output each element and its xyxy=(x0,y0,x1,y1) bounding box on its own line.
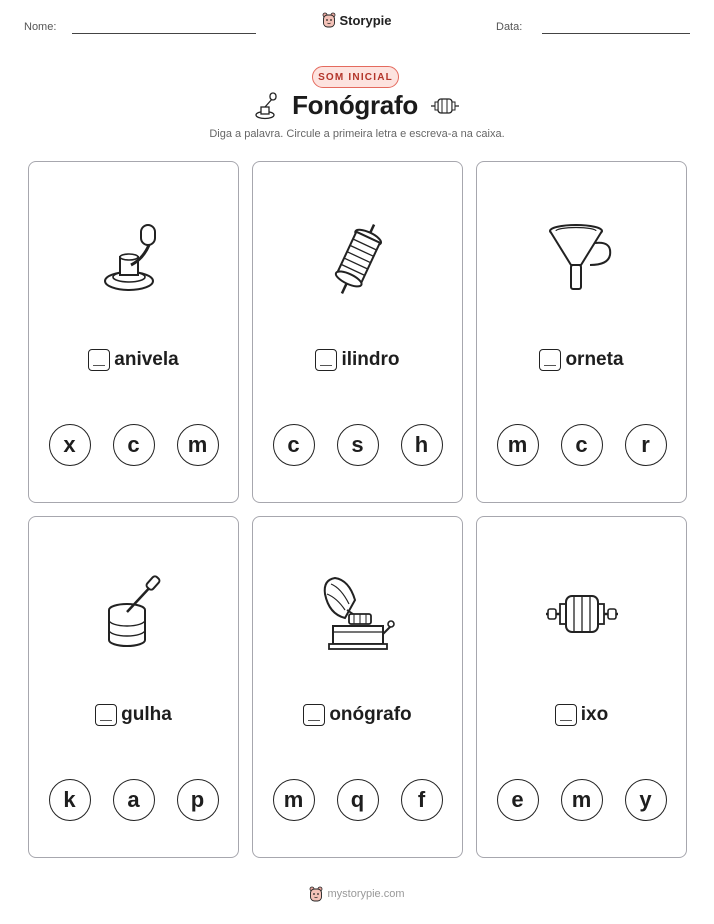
letter-option[interactable]: c xyxy=(112,424,155,466)
letter-option[interactable]: a xyxy=(112,779,155,821)
funnel-horn-icon xyxy=(548,224,611,290)
word-ending: onógrafo xyxy=(329,704,412,725)
footer: mystorypie.com xyxy=(0,886,714,902)
word-ending: ixo xyxy=(580,704,609,725)
answer-box[interactable] xyxy=(539,349,562,371)
word-ending: gulha xyxy=(121,704,172,725)
letter-option[interactable]: k xyxy=(48,779,91,821)
page-title: Fonógrafo xyxy=(292,90,418,120)
letter-option[interactable]: r xyxy=(624,424,667,466)
word-card: ilindro c s h xyxy=(252,161,463,503)
footer-url[interactable]: mystorypie.com xyxy=(327,888,404,900)
word-card: ixo e m y xyxy=(476,516,687,858)
name-line[interactable] xyxy=(72,33,256,34)
answer-box[interactable] xyxy=(95,704,118,726)
phonograph-icon xyxy=(323,576,395,650)
answer-box[interactable] xyxy=(303,704,326,726)
word-card: gulha k a p xyxy=(28,516,239,858)
word-card: anivela x c m xyxy=(28,161,239,503)
letter-option[interactable]: p xyxy=(176,779,219,821)
letter-option[interactable]: x xyxy=(48,424,91,466)
spool-icon xyxy=(334,224,382,294)
answer-box[interactable] xyxy=(88,349,111,371)
letter-option[interactable]: q xyxy=(336,779,379,821)
letter-option[interactable]: e xyxy=(496,779,539,821)
letter-option[interactable]: m xyxy=(272,779,315,821)
category-badge: SOM INICIAL xyxy=(312,66,399,88)
word-card: onógrafo m q f xyxy=(252,516,463,858)
title-row: Fonógrafo xyxy=(0,90,714,121)
crank-small-icon xyxy=(255,91,277,119)
letter-option[interactable]: m xyxy=(560,779,603,821)
axle-icon xyxy=(545,595,618,633)
axle-small-icon xyxy=(430,97,459,114)
needle-record-icon xyxy=(107,575,160,647)
brand-name: Storypie xyxy=(339,12,392,28)
word-card: orneta m c r xyxy=(476,161,687,503)
answer-box[interactable] xyxy=(554,704,577,726)
word-ending: ilindro xyxy=(341,349,400,370)
letter-option[interactable]: m xyxy=(176,424,219,466)
answer-box[interactable] xyxy=(315,349,338,371)
storypie-mascot-icon xyxy=(310,886,323,902)
letter-option[interactable]: m xyxy=(496,424,539,466)
word-ending: orneta xyxy=(565,349,624,370)
letter-option[interactable]: c xyxy=(560,424,603,466)
letter-option[interactable]: c xyxy=(272,424,315,466)
crank-icon xyxy=(103,224,156,291)
brand-logo: Storypie xyxy=(0,12,714,28)
word-ending: anivela xyxy=(114,349,179,370)
letter-option[interactable]: y xyxy=(624,779,667,821)
letter-option[interactable]: s xyxy=(336,424,379,466)
storypie-mascot-icon xyxy=(323,12,336,28)
letter-option[interactable]: h xyxy=(400,424,443,466)
letter-option[interactable]: f xyxy=(400,779,443,821)
instructions: Diga a palavra. Circule a primeira letra… xyxy=(209,128,505,140)
date-label: Data: xyxy=(496,21,523,33)
date-line[interactable] xyxy=(542,33,690,34)
